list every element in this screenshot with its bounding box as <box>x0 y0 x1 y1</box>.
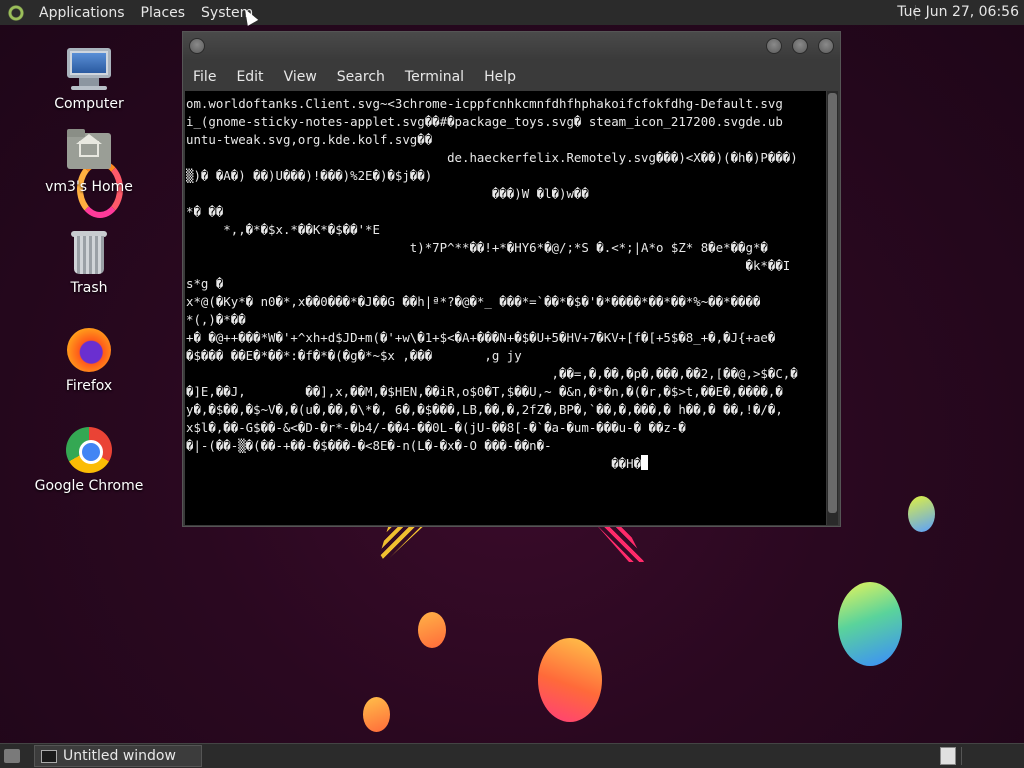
desktop-icon-label: Google Chrome <box>34 478 144 494</box>
firefox-icon <box>65 326 113 374</box>
show-desktop-icon[interactable] <box>4 749 20 763</box>
desktop-icon-firefox[interactable]: Firefox <box>29 326 149 394</box>
applications-menu[interactable]: Applications <box>31 5 133 21</box>
terminal-line: ▒)� �A�) ��)U���)!���)%2E�)�$j��) <box>186 168 433 183</box>
bottom-panel: Untitled window <box>0 743 1024 768</box>
wallpaper-bubble <box>908 496 935 532</box>
terminal-window-icon <box>41 749 57 763</box>
desktop-icon-label: Trash <box>70 280 108 296</box>
desktop-icon-chrome[interactable]: Google Chrome <box>29 426 149 494</box>
terminal-line: *(,)�*�� <box>186 312 246 327</box>
taskbar-window-label: Untitled window <box>63 748 176 764</box>
desktop-icon-trash[interactable]: Trash <box>29 228 149 296</box>
menu-file[interactable]: File <box>183 66 226 88</box>
terminal-line: �]E,��J, ��],x,��M,�$HEN,��iR,o$0�T,$��U… <box>186 384 783 399</box>
terminal-line: ��H� <box>186 456 642 471</box>
terminal-menubar: File Edit View Search Terminal Help <box>183 66 840 88</box>
top-panel: Applications Places System Tue Jun 27, 0… <box>0 0 1024 25</box>
terminal-output[interactable]: om.worldoftanks.Client.svg~<3chrome-icpp… <box>185 91 826 525</box>
terminal-line: y�,�$��,�$~V�,�(u�,��,�\*�, 6�,�$���,LB,… <box>186 402 783 417</box>
terminal-line: ,��=,�,��,�p�,���,��2,[��@,>$�C,� <box>186 366 798 381</box>
terminal-line: *� �� <box>186 204 224 219</box>
desktop-icon-label: Computer <box>54 96 124 112</box>
menu-edit[interactable]: Edit <box>226 66 273 88</box>
home-folder-icon <box>65 127 113 175</box>
terminal-line: �k*��I <box>186 258 791 273</box>
clock[interactable]: Tue Jun 27, 06:56 <box>897 4 1019 20</box>
trash-icon <box>65 228 113 276</box>
places-menu[interactable]: Places <box>133 5 194 21</box>
chrome-icon <box>65 426 113 474</box>
desktop-icon-label: vm3's Home <box>45 179 133 195</box>
desktop-icon-label: Firefox <box>65 378 113 394</box>
desktop-icon-home[interactable]: vm3's Home <box>29 127 149 195</box>
terminal-line: s*g � <box>186 276 224 291</box>
panel-separator <box>961 747 962 765</box>
menu-view[interactable]: View <box>274 66 327 88</box>
wallpaper-stripe-decoration <box>380 522 428 562</box>
terminal-line: t)*7P^**��!+*�HY6*�@/;*S �.<*;|A*o $Z* 8… <box>186 240 768 255</box>
terminal-line: de.haeckerfelix.Remotely.svg���)<X��)(�h… <box>186 150 798 165</box>
terminal-line: x*@(�Ky*� n0�*,x��0���*�J��G ��h|ª*?�@�*… <box>186 294 761 309</box>
maximize-button[interactable] <box>792 38 808 54</box>
scrollbar-thumb[interactable] <box>828 93 837 513</box>
terminal-line: x$l�,��-G$��-&<�D-�r*-�b4/-��4-��0L-�(jU… <box>186 420 686 435</box>
terminal-line: *,,�*�$x.*��K*�$��'*E <box>186 222 380 237</box>
terminal-line: +� �@++���*W�'+^xh+d$JD+m(�'+w\�1+$<�A+�… <box>186 330 776 345</box>
terminal-scrollbar[interactable] <box>827 91 838 525</box>
workspace-switcher[interactable] <box>940 747 956 765</box>
menu-search[interactable]: Search <box>327 66 395 88</box>
terminal-cursor <box>641 455 649 470</box>
window-menu-button[interactable] <box>189 38 205 54</box>
computer-icon <box>65 44 113 92</box>
wallpaper-bubble <box>838 582 902 666</box>
terminal-line: �$��� ��E�*��*:�f�*�(�g�*~$x ,��� ,g jy <box>186 348 522 363</box>
taskbar-window-button[interactable]: Untitled window <box>34 745 202 767</box>
menu-help[interactable]: Help <box>474 66 526 88</box>
terminal-line: �|-(��-▒�(��-+��-�$���-�<8E�-n(L�-�x�-O … <box>186 438 552 453</box>
terminal-text: om.worldoftanks.Client.svg~<3chrome-icpp… <box>185 91 826 473</box>
distro-logo-icon[interactable] <box>7 3 25 22</box>
terminal-line: om.worldoftanks.Client.svg~<3chrome-icpp… <box>186 96 783 111</box>
window-titlebar[interactable] <box>183 32 840 60</box>
wallpaper-stripe-decoration <box>594 522 644 562</box>
wallpaper-bubble <box>538 638 602 722</box>
terminal-line: untu-tweak.svg,org.kde.kolf.svg�� <box>186 132 433 147</box>
desktop-icon-computer[interactable]: Computer <box>29 44 149 112</box>
wallpaper-bubble <box>363 697 390 732</box>
terminal-line: ���)W �l�)w�� <box>186 186 589 201</box>
wallpaper-bubble <box>418 612 446 648</box>
minimize-button[interactable] <box>766 38 782 54</box>
terminal-line: i_(gnome-sticky-notes-applet.svg��#�pack… <box>186 114 783 129</box>
menu-terminal[interactable]: Terminal <box>395 66 474 88</box>
terminal-window[interactable]: File Edit View Search Terminal Help om.w… <box>182 31 841 527</box>
close-button[interactable] <box>818 38 834 54</box>
